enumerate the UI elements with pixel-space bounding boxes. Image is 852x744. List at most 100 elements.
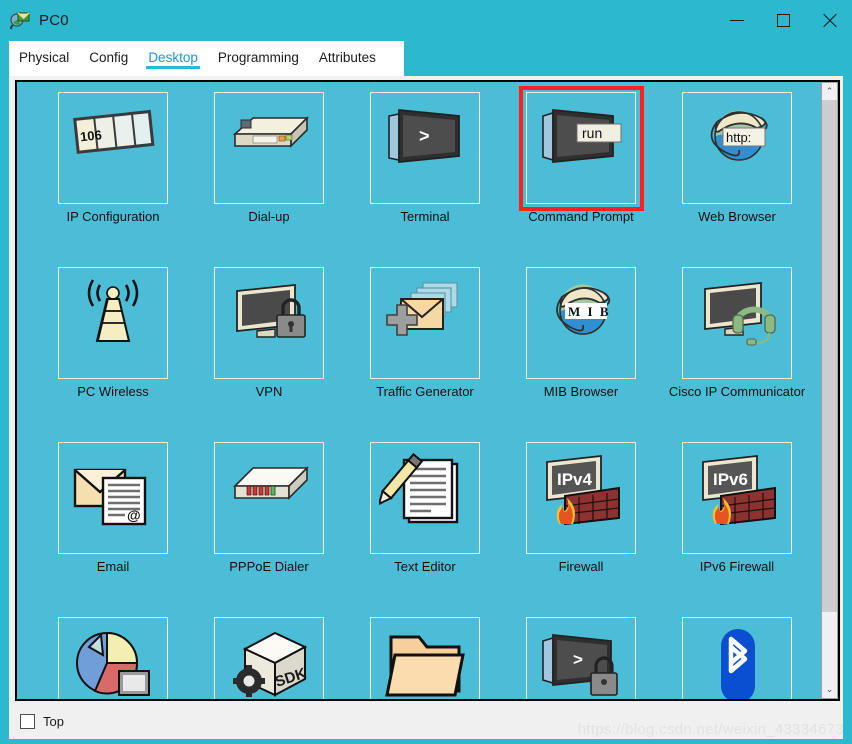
firewall-icon: IPv4 bbox=[535, 450, 627, 528]
scrollbar-track[interactable] bbox=[822, 100, 837, 681]
desktop-item-label: VPN bbox=[255, 384, 283, 399]
chevron-down-icon: ⌄ bbox=[825, 684, 834, 694]
text-editor-icon bbox=[379, 450, 471, 528]
maximize-button[interactable] bbox=[760, 0, 806, 41]
icon-box bbox=[682, 617, 792, 699]
desktop-item-traffic-generator[interactable]: Traffic Generator bbox=[347, 267, 503, 442]
icon-box: 106 bbox=[58, 92, 168, 204]
pc-wireless-icon bbox=[67, 275, 159, 353]
desktop-item-secure-terminal[interactable]: > bbox=[503, 617, 659, 699]
desktop-item-network-monitor[interactable] bbox=[35, 617, 191, 699]
scrollbar-thumb[interactable] bbox=[822, 100, 837, 612]
desktop-item-sdk[interactable]: SDK bbox=[191, 617, 347, 699]
pc0-window: PC0 Physical Config Desktop Programming … bbox=[0, 0, 852, 744]
tab-label: Physical bbox=[19, 50, 70, 65]
desktop-item-label: IPv6 Firewall bbox=[699, 559, 775, 574]
minimize-icon bbox=[730, 20, 744, 21]
desktop-item-label: Dial-up bbox=[248, 209, 290, 224]
desktop-icon-grid: 106 IP Configuration Dial-up > Terminal … bbox=[17, 82, 821, 699]
folder-icon bbox=[379, 625, 471, 699]
dial-up-modem-icon bbox=[223, 100, 315, 178]
tab-desktop[interactable]: Desktop bbox=[138, 41, 208, 70]
icon-box bbox=[682, 267, 792, 379]
tab-bar: Physical Config Desktop Programming Attr… bbox=[9, 41, 404, 76]
desktop-item-cisco-ip-communicator[interactable]: Cisco IP Communicator bbox=[659, 267, 815, 442]
desktop-item-email[interactable]: @ Email bbox=[35, 442, 191, 617]
desktop-item-web-browser[interactable]: http: Web Browser bbox=[659, 92, 815, 267]
tab-physical[interactable]: Physical bbox=[9, 41, 79, 70]
magnifier-envelope-icon bbox=[9, 10, 31, 32]
icon-box bbox=[370, 267, 480, 379]
vpn-icon bbox=[223, 275, 315, 353]
terminal-icon: > bbox=[379, 100, 471, 178]
desktop-item-ipv6-firewall[interactable]: IPv6 IPv6 Firewall bbox=[659, 442, 815, 617]
minimize-button[interactable] bbox=[714, 0, 760, 41]
scroll-up-button[interactable]: ⌃ bbox=[822, 83, 837, 100]
desktop-item-pc-wireless[interactable]: PC Wireless bbox=[35, 267, 191, 442]
desktop-item-label: PC Wireless bbox=[77, 384, 149, 399]
desktop-item-label: Text Editor bbox=[394, 559, 456, 574]
tab-programming[interactable]: Programming bbox=[208, 41, 309, 70]
desktop-item-dial-up[interactable]: Dial-up bbox=[191, 92, 347, 267]
desktop-item-command-prompt[interactable]: run Command Prompt bbox=[503, 86, 659, 267]
maximize-icon bbox=[776, 14, 790, 27]
desktop-item-pppoe-dialer[interactable]: PPPoE Dialer bbox=[191, 442, 347, 617]
desktop-item-text-editor[interactable]: Text Editor bbox=[347, 442, 503, 617]
top-checkbox[interactable] bbox=[20, 714, 35, 729]
desktop-item-label: Terminal bbox=[400, 209, 450, 224]
tab-label: Programming bbox=[217, 50, 299, 65]
desktop-item-ip-configuration[interactable]: 106 IP Configuration bbox=[35, 92, 191, 267]
web-browser-icon: http: bbox=[691, 100, 783, 178]
traffic-generator-icon bbox=[379, 275, 471, 353]
svg-text:>: > bbox=[573, 650, 583, 669]
cisco-ip-communicator-icon bbox=[691, 275, 783, 353]
icon-box bbox=[370, 617, 480, 699]
desktop-canvas: 106 IP Configuration Dial-up > Terminal … bbox=[17, 82, 821, 699]
desktop-item-vpn[interactable]: VPN bbox=[191, 267, 347, 442]
icon-box: M I B bbox=[526, 267, 636, 379]
icon-box: > bbox=[526, 617, 636, 699]
mib-browser-icon: M I B bbox=[535, 275, 627, 353]
desktop-item-terminal[interactable]: > Terminal bbox=[347, 92, 503, 267]
icon-box bbox=[214, 442, 324, 554]
tab-label: Desktop bbox=[148, 50, 198, 65]
tab-attributes[interactable]: Attributes bbox=[309, 41, 386, 70]
close-button[interactable] bbox=[806, 0, 852, 41]
icon-box: SDK bbox=[214, 617, 324, 699]
svg-text:IPv4: IPv4 bbox=[557, 470, 593, 489]
svg-text:@: @ bbox=[127, 507, 141, 523]
tab-label: Config bbox=[89, 50, 129, 65]
desktop-item-firewall[interactable]: IPv4 Firewall bbox=[503, 442, 659, 617]
desktop-item-bluetooth[interactable] bbox=[659, 617, 815, 699]
desktop-item-label: MIB Browser bbox=[543, 384, 619, 399]
icon-box bbox=[58, 617, 168, 699]
desktop-item-folder[interactable] bbox=[347, 617, 503, 699]
icon-box: IPv6 bbox=[682, 442, 792, 554]
desktop-item-mib-browser[interactable]: M I B MIB Browser bbox=[503, 267, 659, 442]
vertical-scrollbar[interactable]: ⌃ ⌄ bbox=[821, 82, 838, 699]
svg-text:M I B: M I B bbox=[568, 304, 611, 319]
svg-text:106: 106 bbox=[79, 127, 102, 144]
scroll-down-button[interactable]: ⌄ bbox=[822, 681, 837, 698]
sdk-box-icon: SDK bbox=[223, 625, 315, 699]
ipv6-firewall-icon: IPv6 bbox=[691, 450, 783, 528]
pie-chart-monitor-icon bbox=[67, 625, 159, 699]
tab-config[interactable]: Config bbox=[79, 41, 138, 70]
svg-text:http:: http: bbox=[726, 130, 751, 145]
desktop-item-label: Traffic Generator bbox=[376, 384, 474, 399]
icon-box: run bbox=[526, 92, 636, 204]
desktop-frame: 106 IP Configuration Dial-up > Terminal … bbox=[15, 80, 840, 701]
desktop-panel: 106 IP Configuration Dial-up > Terminal … bbox=[9, 76, 843, 704]
desktop-item-label: Cisco IP Communicator bbox=[668, 384, 806, 399]
bluetooth-icon bbox=[691, 625, 783, 699]
icon-box: http: bbox=[682, 92, 792, 204]
svg-text:>: > bbox=[419, 126, 430, 146]
tab-label: Attributes bbox=[318, 50, 376, 65]
command-prompt-icon: run bbox=[535, 100, 627, 178]
icon-box: IPv4 bbox=[526, 442, 636, 554]
pppoe-dialer-icon bbox=[223, 450, 315, 528]
chevron-up-icon: ⌃ bbox=[825, 86, 834, 96]
icon-box: > bbox=[370, 92, 480, 204]
icon-box bbox=[370, 442, 480, 554]
ip-configuration-icon: 106 bbox=[67, 100, 159, 178]
